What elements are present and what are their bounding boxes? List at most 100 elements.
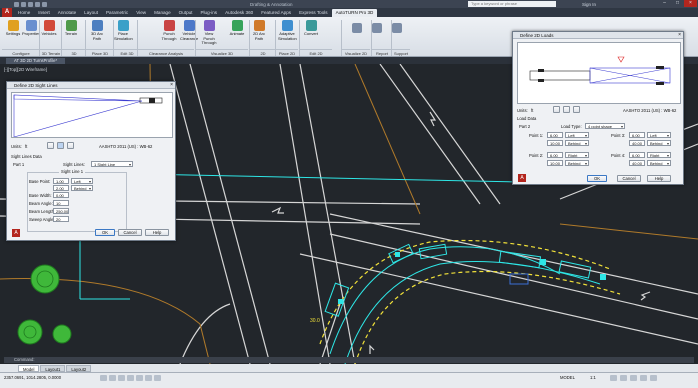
layout-tab-model[interactable]: Model	[18, 364, 40, 372]
model-space-indicator[interactable]: MODEL	[560, 375, 575, 380]
adaptive-simulation-button[interactable]: Adaptive Simulation	[278, 20, 297, 41]
zoom-icon[interactable]	[563, 106, 570, 113]
point-1-lateral-input[interactable]: 6.00	[547, 132, 563, 138]
terrain-button[interactable]: Terrain	[62, 20, 80, 37]
tab-home[interactable]: Home	[14, 9, 34, 17]
new-icon[interactable]	[14, 1, 19, 7]
tab-layout[interactable]: Layout	[80, 9, 102, 17]
ok-button[interactable]: OK	[587, 175, 607, 182]
load-type-select[interactable]: 4 point shape	[585, 123, 625, 129]
place-simulation-button[interactable]: Place Simulation	[114, 20, 133, 41]
lineweight-icon[interactable]	[154, 375, 161, 381]
ribbon-panel-label[interactable]: Configure	[2, 49, 40, 57]
osnap-icon[interactable]	[136, 375, 143, 381]
vehicles-button[interactable]: Vehicles	[40, 20, 58, 37]
point-2-longitudinal-side-select[interactable]: Behind	[565, 160, 589, 166]
cancel-button[interactable]: Cancel	[118, 229, 142, 236]
2d-arc-path-button[interactable]: 2D Arc Path	[250, 20, 268, 41]
base-point-2-side-select[interactable]: Behind	[71, 185, 93, 191]
quick-access-toolbar[interactable]	[0, 1, 47, 7]
ribbon-panel-label[interactable]: Place 3D	[86, 49, 114, 57]
point-3-lateral-side-select[interactable]: Left	[647, 132, 671, 138]
zoom-icon[interactable]	[57, 142, 64, 149]
beam-angle-input[interactable]: 10	[53, 200, 69, 206]
tab-output[interactable]: Output	[175, 9, 197, 17]
view-punch-through-button[interactable]: View Punch Through	[200, 20, 218, 46]
point-3-lateral-input[interactable]: 6.00	[629, 132, 645, 138]
search-input[interactable]: Type a keyword or phrase	[468, 1, 556, 7]
point-4-lateral-input[interactable]: 6.00	[629, 152, 645, 158]
settings-button[interactable]: Settings	[4, 20, 22, 37]
animate-button[interactable]: Animate	[228, 20, 246, 37]
help-button[interactable]: Help	[145, 229, 169, 236]
ortho-icon[interactable]	[118, 375, 125, 381]
base-point-2-input[interactable]: 2.00	[53, 185, 69, 191]
sweep-angle-input[interactable]: 20	[53, 216, 69, 222]
tab-plug-ins[interactable]: Plug-ins	[196, 9, 221, 17]
base-width-input[interactable]: 0.00	[53, 192, 69, 198]
clean-screen-icon[interactable]	[650, 375, 657, 381]
ribbon-panel-label[interactable]: 3D Terrain	[40, 49, 62, 57]
workspace-icon[interactable]	[610, 375, 617, 381]
tab-autoturn-pro-3d[interactable]: AutoTURN Pro 3D	[331, 9, 378, 17]
sign-in-link[interactable]: Sign In	[582, 2, 596, 7]
polar-icon[interactable]	[127, 375, 134, 381]
base-point-1-side-select[interactable]: Left	[71, 178, 93, 184]
lock-icon[interactable]	[620, 375, 627, 381]
save-icon[interactable]	[28, 1, 33, 7]
snap-icon[interactable]	[100, 375, 107, 381]
annotation-scale[interactable]: 1:1	[590, 375, 596, 380]
help-button[interactable]: Help	[647, 175, 671, 182]
sight-lines-select[interactable]: 1 Sight Line	[91, 161, 133, 167]
ribbon-panel-label[interactable]: 3D SmartPaths	[62, 49, 86, 63]
pan-icon[interactable]	[553, 106, 560, 113]
isolate-icon[interactable]	[630, 375, 637, 381]
point-1-longitudinal-input[interactable]: 10.00	[547, 140, 563, 146]
ribbon-panel-label[interactable]: Place 2D	[276, 49, 298, 57]
otrack-icon[interactable]	[145, 375, 152, 381]
ribbon-panel-label[interactable]: Support	[392, 49, 410, 57]
tab-express-tools[interactable]: Express Tools	[295, 9, 332, 17]
zoom-extents-icon[interactable]	[573, 106, 580, 113]
visualize-icon[interactable]	[352, 23, 362, 33]
redo-icon[interactable]	[42, 1, 47, 7]
point-3-longitudinal-side-select[interactable]: Behind	[647, 140, 671, 146]
tab-view[interactable]: View	[132, 9, 150, 17]
command-line[interactable]: Command:	[4, 357, 694, 363]
point-2-lateral-input[interactable]: 6.00	[547, 152, 563, 158]
beam-length-input[interactable]: 250.00	[53, 208, 69, 214]
pan-icon[interactable]	[47, 142, 54, 149]
ribbon-panel-label[interactable]: Visualize 2D	[342, 49, 370, 57]
layout-tab-layout2[interactable]: Layout2	[66, 364, 92, 372]
undo-icon[interactable]	[35, 1, 40, 7]
support-icon[interactable]	[392, 23, 402, 33]
open-icon[interactable]	[21, 1, 26, 7]
tab-annotate[interactable]: Annotate	[54, 9, 80, 17]
point-1-lateral-side-select[interactable]: Left	[565, 132, 589, 138]
cancel-button[interactable]: Cancel	[617, 175, 641, 182]
point-4-lateral-side-select[interactable]: Right	[647, 152, 671, 158]
tab-featured-apps[interactable]: Featured Apps	[257, 9, 295, 17]
point-3-longitudinal-input[interactable]: 40.00	[629, 140, 645, 146]
maximize-icon[interactable]: □	[671, 0, 684, 7]
layout-tab-layout1[interactable]: Layout1	[40, 364, 66, 372]
punch-through-button[interactable]: Punch Through	[160, 20, 178, 41]
close-icon[interactable]: ×	[678, 32, 681, 39]
ribbon-panel-label[interactable]: Clearance Analysis	[138, 49, 194, 57]
hardware-acceleration-icon[interactable]	[640, 375, 647, 381]
point-4-longitudinal-input[interactable]: 40.00	[629, 160, 645, 166]
tab-parametric[interactable]: Parametric	[102, 9, 132, 17]
tab-insert[interactable]: Insert	[34, 9, 54, 17]
convert-button[interactable]: Convert	[302, 20, 320, 37]
tab-manage[interactable]: Manage	[150, 9, 175, 17]
minimize-icon[interactable]: –	[658, 0, 671, 7]
application-menu-button[interactable]: A	[2, 8, 12, 17]
base-point-1-input[interactable]: 1.00	[53, 178, 69, 184]
properties-button[interactable]: Properties	[22, 20, 40, 37]
viewport-label[interactable]: [-][Top][2D Wireframe]	[4, 67, 47, 72]
zoom-extents-icon[interactable]	[67, 142, 74, 149]
tab-autodesk-360[interactable]: Autodesk 360	[221, 9, 257, 17]
ribbon-panel-label[interactable]: 2D SmartPaths	[250, 49, 276, 63]
close-icon[interactable]: ×	[684, 0, 697, 7]
ribbon-panel-label[interactable]: Report	[372, 49, 392, 57]
